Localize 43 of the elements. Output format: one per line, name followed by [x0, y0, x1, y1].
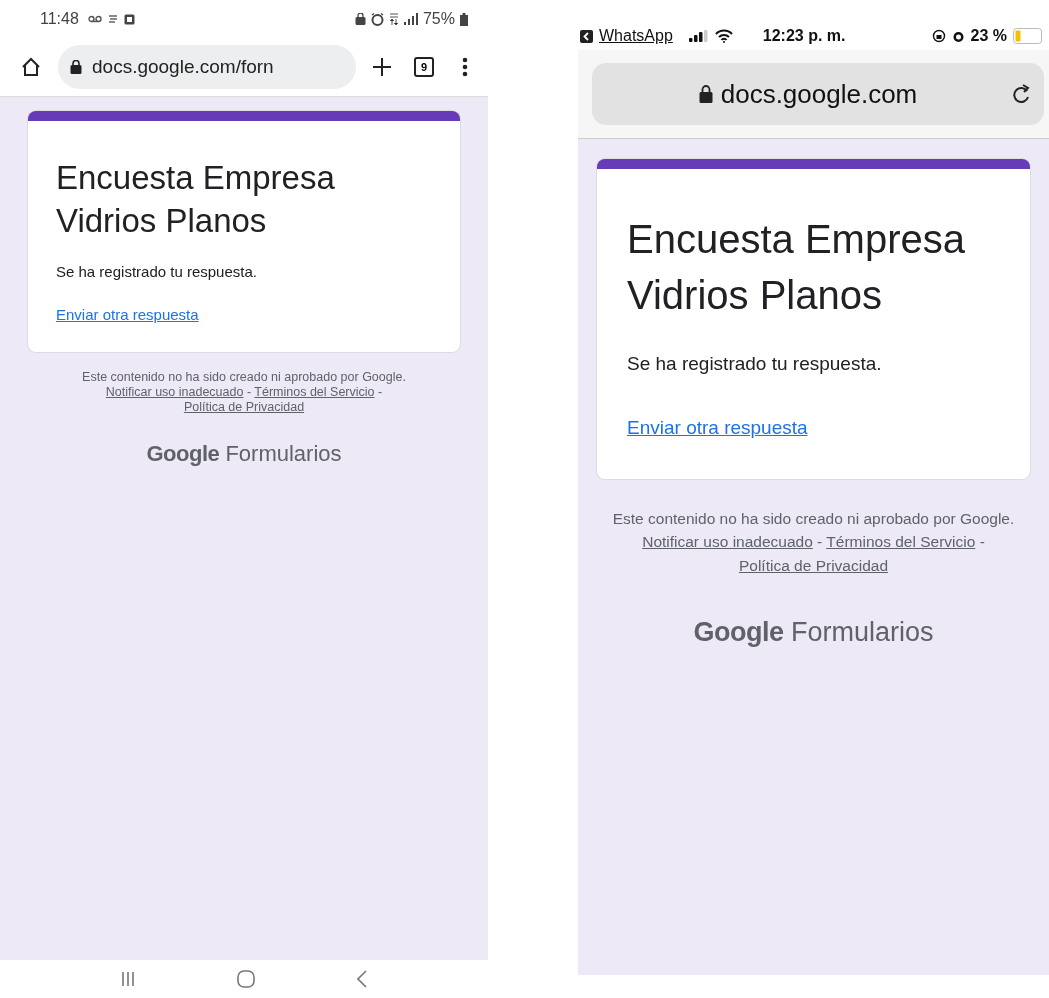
- google-forms-logo: Google Formularios: [693, 616, 934, 648]
- confirmation-message: Se ha registrado tu respuesta.: [56, 262, 258, 280]
- status-time: 12:23 p. m.: [762, 27, 846, 45]
- address-bar[interactable]: docs.google.com: [592, 63, 1044, 125]
- more-icon[interactable]: [462, 57, 468, 77]
- plus-icon[interactable]: [372, 57, 392, 77]
- disclaimer-text: Este contenido no ha sido creado ni aprobado por Google. Notificar uso inadecuado - Términos del Servicio - Política de Privacidad: [611, 509, 1016, 576]
- confirmation-message: Se ha registrado tu respuesta.: [627, 353, 883, 375]
- lock-icon: [70, 60, 82, 74]
- battery-percent: 23 %: [970, 27, 1007, 45]
- voicemail-icon: [87, 15, 102, 23]
- footer-link[interactable]: Política de Privacidad: [183, 399, 305, 414]
- battery-icon: [460, 12, 468, 26]
- url-text: docs.google.com: [720, 78, 918, 110]
- recent-apps-icon[interactable]: [121, 971, 135, 987]
- footer-link[interactable]: Política de Privacidad: [738, 556, 889, 574]
- footer-link[interactable]: Términos del Servicio: [254, 384, 375, 399]
- google-forms-logo: Google Formularios: [146, 440, 342, 467]
- footer-link[interactable]: Notificar uso inadecuado: [105, 384, 244, 399]
- address-bar[interactable]: docs.google.com/forn: [58, 45, 356, 89]
- submit-another-link[interactable]: Enviar otra respuesta: [627, 417, 808, 439]
- alarm-icon: [951, 29, 965, 43]
- footer-link[interactable]: Notificar uso inadecuado: [642, 533, 813, 551]
- wifi-icon: [714, 29, 733, 43]
- battery-icon: [1013, 28, 1043, 44]
- back-to-app-link[interactable]: WhatsApp: [599, 27, 673, 45]
- disclaimer-text: Este contenido no ha sido creado ni aprobado por Google. Notificar uso inadecuado - Términos del Servicio - Política de Privacidad: [81, 369, 407, 415]
- back-icon[interactable]: [580, 29, 593, 43]
- form-title: Encuesta Empresa Vidrios Planos: [627, 216, 966, 319]
- footer-link[interactable]: Términos del Servicio: [826, 533, 976, 551]
- battery-percent: 75%: [422, 10, 455, 28]
- signal-icon: [688, 30, 709, 42]
- submit-another-link[interactable]: Enviar otra respuesta: [56, 305, 199, 323]
- signal-icon: [403, 13, 418, 25]
- lock-icon: [354, 13, 366, 25]
- status-time: 11:48: [40, 10, 79, 28]
- url-text: docs.google.com/forn: [92, 56, 274, 78]
- reload-icon[interactable]: [1012, 82, 1032, 106]
- home-icon[interactable]: [20, 56, 42, 78]
- form-title: Encuesta Empresa Vidrios Planos: [56, 158, 336, 241]
- alarm-icon: [370, 12, 384, 26]
- tab-count-button[interactable]: 9: [414, 57, 434, 77]
- lock-icon: [698, 85, 713, 103]
